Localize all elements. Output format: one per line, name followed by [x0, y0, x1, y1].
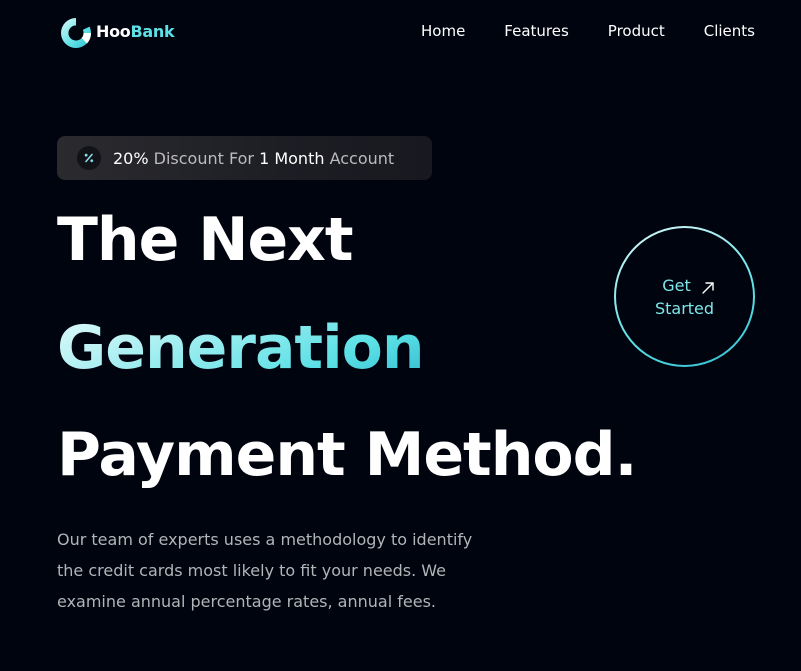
nav-item-features[interactable]: Features	[504, 21, 569, 41]
discount-label: Discount For	[148, 148, 260, 168]
get-started-label-line1: Get	[662, 275, 691, 295]
hero-description: Our team of experts uses a methodology t…	[57, 530, 473, 611]
hoobank-logo-icon	[60, 14, 92, 48]
get-started-button[interactable]: Get Started	[614, 226, 755, 367]
hero-heading-line2: Generation	[57, 313, 425, 383]
brand-name: HooBank	[96, 16, 175, 48]
get-started-label-line2: Started	[654, 298, 715, 318]
discount-icon	[77, 146, 101, 170]
landing-page: HooBank Home Features Product Clients 20…	[0, 0, 801, 671]
hero-heading-line1: The Next	[57, 205, 354, 275]
get-started-row2: Started	[655, 297, 714, 320]
brand-name-part1: Hoo	[96, 22, 131, 41]
nav-item-product[interactable]: Product	[608, 21, 665, 41]
brand-name-part2: Bank	[130, 22, 175, 41]
arrow-up-right-icon	[701, 278, 715, 294]
hero-heading-line3: Payment Method.	[57, 420, 637, 490]
discount-text: 20% Discount For 1 Month Account	[113, 149, 394, 168]
discount-badge: 20% Discount For 1 Month Account	[57, 136, 432, 180]
discount-percent: 20%	[113, 148, 149, 168]
get-started-row1: Get	[662, 274, 715, 297]
discount-account-label: Account	[324, 148, 395, 168]
main-nav: Home Features Product Clients	[421, 21, 755, 41]
nav-item-clients[interactable]: Clients	[704, 21, 755, 41]
discount-duration: 1 Month	[259, 148, 325, 168]
get-started-inner: Get Started	[616, 228, 753, 365]
brand-logo[interactable]: HooBank	[60, 14, 175, 48]
nav-item-home[interactable]: Home	[421, 21, 465, 41]
